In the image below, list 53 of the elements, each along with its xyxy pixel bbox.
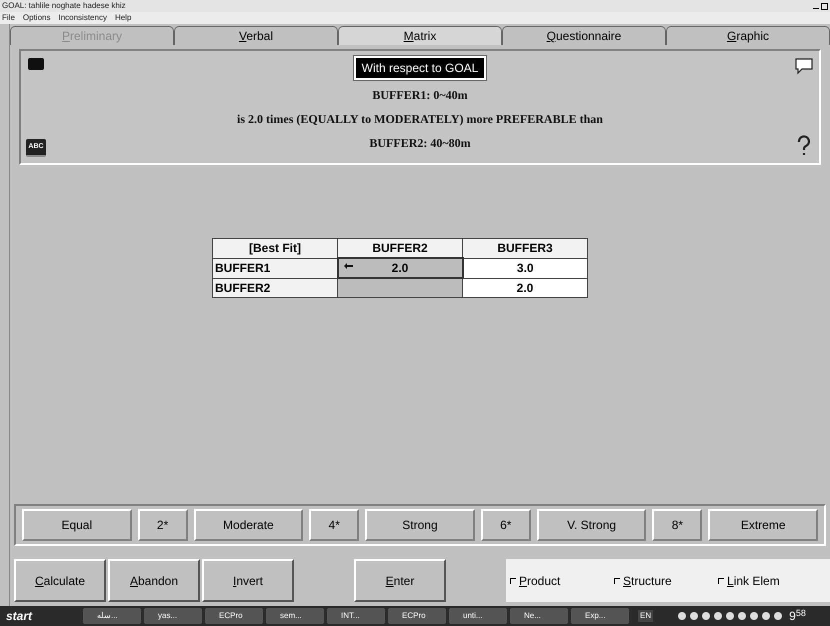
- window-title: GOAL: tahlile noghate hadese khiz: [2, 0, 126, 12]
- menu-item[interactable]: File: [2, 12, 15, 24]
- taskbar-button[interactable]: unti...: [449, 608, 507, 624]
- menu-item[interactable]: Options: [22, 12, 50, 24]
- taskbar-button[interactable]: ECPro: [205, 608, 263, 624]
- option-checkbox[interactable]: Product: [510, 572, 602, 590]
- tab[interactable]: Questionnaire: [502, 26, 666, 45]
- tab[interactable]: Graphic: [666, 26, 830, 45]
- speech-bubble-icon[interactable]: [794, 57, 814, 75]
- scale-button[interactable]: 2*: [138, 509, 188, 541]
- column-header: BUFFER2: [338, 238, 462, 258]
- context-label: With respect to GOAL: [354, 56, 486, 80]
- scale-button[interactable]: V. Strong: [536, 509, 646, 541]
- scale-button[interactable]: Moderate: [194, 509, 304, 541]
- scale-button[interactable]: Equal: [22, 509, 132, 541]
- value-cell[interactable]: 2.0: [462, 278, 588, 297]
- statement-text: is 2.0 times (EQUALLY to MODERATELY) more PREFERABLE than: [237, 111, 603, 128]
- value-cell[interactable]: 2.0: [338, 258, 462, 278]
- value-cell[interactable]: 3.0: [462, 258, 588, 278]
- statement-text: BUFFER2: 40~80m: [369, 135, 471, 152]
- taskbar-button[interactable]: ECPro: [388, 608, 446, 624]
- column-header: BUFFER3: [462, 238, 588, 258]
- tab[interactable]: Verbal: [174, 26, 338, 45]
- action-button[interactable]: Calculate: [14, 559, 106, 602]
- taskbar-button[interactable]: INT...: [327, 608, 385, 624]
- taskbar-button[interactable]: Exp...: [571, 608, 629, 624]
- row-header: BUFFER2: [212, 278, 338, 297]
- language-indicator: EN: [638, 610, 654, 622]
- option-checkbox[interactable]: Link Elem: [718, 572, 810, 590]
- tab[interactable]: Matrix: [338, 26, 502, 45]
- statement-text: BUFFER1: 0~40m: [372, 87, 468, 104]
- action-button[interactable]: Abandon: [108, 559, 200, 602]
- taskbar-button[interactable]: yas...: [144, 608, 202, 624]
- menu-item[interactable]: Help: [114, 12, 132, 24]
- scale-button[interactable]: 4*: [309, 509, 360, 541]
- menu-item[interactable]: Inconsistency: [58, 12, 107, 24]
- scale-button[interactable]: Extreme: [708, 509, 818, 541]
- question-icon[interactable]: [795, 135, 813, 157]
- action-button[interactable]: Enter: [354, 559, 446, 602]
- clock: 9$^{58}$: [789, 607, 806, 625]
- scale-button[interactable]: 6*: [480, 509, 531, 541]
- taskbar-button[interactable]: Ne...: [510, 608, 568, 624]
- taskbar-button[interactable]: سله...: [83, 608, 141, 624]
- option-checkbox[interactable]: Structure: [614, 572, 706, 590]
- row-header: BUFFER1: [212, 258, 338, 278]
- maximize-icon[interactable]: [821, 2, 828, 10]
- corner-header: [Best Fit]: [212, 238, 338, 258]
- taskbar-button[interactable]: sem...: [266, 608, 324, 624]
- scale-button[interactable]: Strong: [365, 509, 475, 541]
- start-button[interactable]: start: [2, 607, 80, 625]
- action-button[interactable]: Invert: [202, 559, 294, 602]
- arrow-icon: [344, 263, 352, 269]
- scale-button[interactable]: 8*: [652, 509, 702, 541]
